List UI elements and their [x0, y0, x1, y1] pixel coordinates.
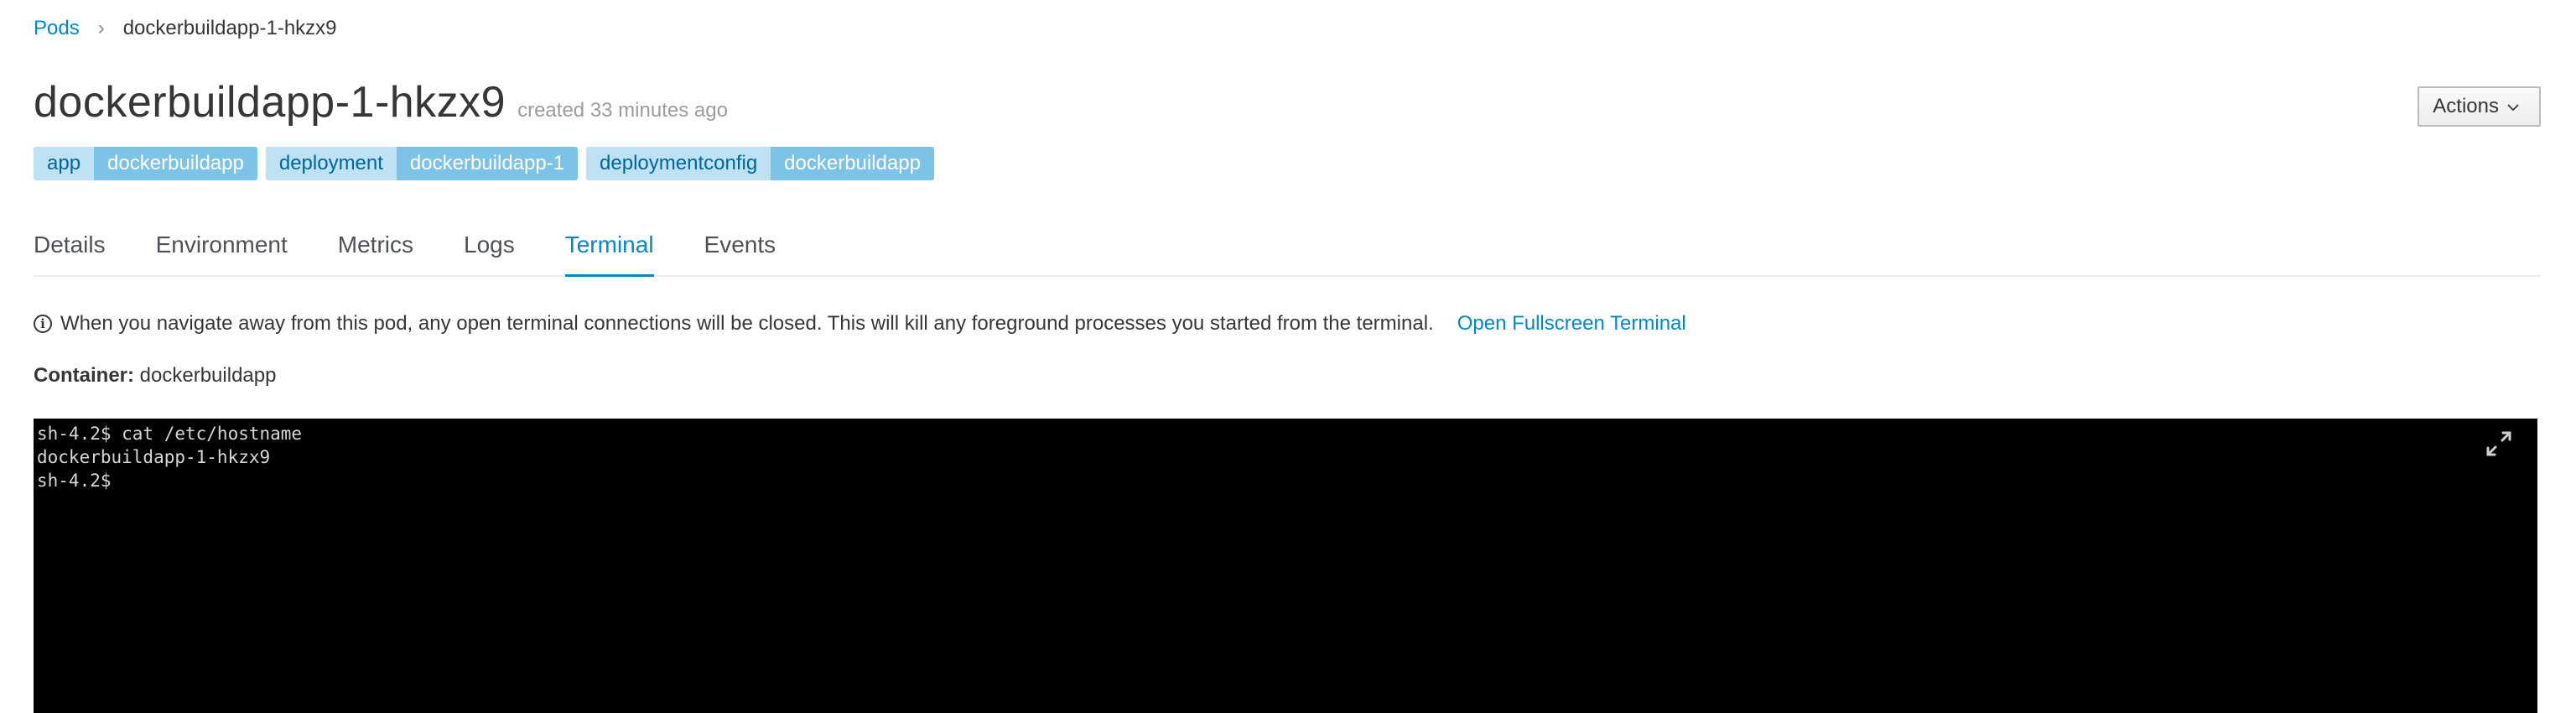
tab-details[interactable]: Details — [34, 225, 106, 275]
title-row: dockerbuildapp-1-hkzx9 created 33 minute… — [34, 77, 728, 128]
info-icon: i — [34, 315, 52, 333]
label-value[interactable]: dockerbuildapp — [771, 147, 934, 180]
label-key[interactable]: deploymentconfig — [586, 147, 771, 180]
breadcrumb-current: dockerbuildapp-1-hkzx9 — [122, 17, 337, 39]
actions-label: Actions — [2433, 95, 2499, 117]
terminal-line: sh-4.2$ cat /etc/hostname — [37, 424, 303, 444]
terminal-notice: i When you navigate away from this pod, … — [34, 312, 1686, 336]
actions-dropdown-button[interactable]: Actions — [2418, 86, 2541, 127]
container-value: dockerbuildapp — [139, 364, 277, 387]
terminal-line: sh-4.2$ — [37, 471, 112, 491]
container-label: Container: — [34, 364, 134, 387]
label-value[interactable]: dockerbuildapp-1 — [396, 147, 579, 180]
tab-metrics[interactable]: Metrics — [338, 225, 413, 275]
tab-environment[interactable]: Environment — [156, 225, 288, 275]
label-key[interactable]: app — [34, 147, 95, 180]
label-value[interactable]: dockerbuildapp — [94, 147, 257, 180]
notice-text: When you navigate away from this pod, an… — [60, 312, 1434, 335]
container-selector: Container: dockerbuildapp — [34, 364, 276, 388]
breadcrumb: Pods › dockerbuildapp-1-hkzx9 — [34, 17, 337, 40]
pod-labels: app dockerbuildapp deployment dockerbuil… — [34, 147, 934, 180]
label-app[interactable]: app dockerbuildapp — [34, 147, 257, 180]
label-deploymentconfig[interactable]: deploymentconfig dockerbuildapp — [586, 147, 934, 180]
tab-logs[interactable]: Logs — [464, 225, 515, 275]
label-key[interactable]: deployment — [265, 147, 397, 180]
expand-icon[interactable] — [2484, 429, 2514, 459]
created-timestamp: created 33 minutes ago — [517, 99, 728, 122]
tab-events[interactable]: Events — [704, 225, 776, 275]
page-title: dockerbuildapp-1-hkzx9 — [34, 78, 506, 127]
tab-terminal[interactable]: Terminal — [564, 225, 654, 277]
breadcrumb-separator-icon: › — [97, 17, 105, 39]
tab-bar: Details Environment Metrics Logs Termina… — [34, 225, 2541, 277]
terminal-line: dockerbuildapp-1-hkzx9 — [37, 447, 271, 467]
breadcrumb-pods-link[interactable]: Pods — [34, 17, 80, 40]
label-deployment[interactable]: deployment dockerbuildapp-1 — [265, 147, 579, 180]
chevron-down-icon — [2507, 104, 2519, 112]
open-fullscreen-terminal-link[interactable]: Open Fullscreen Terminal — [1457, 312, 1686, 336]
terminal-window[interactable]: sh-4.2$ cat /etc/hostname dockerbuildapp… — [34, 419, 2537, 713]
